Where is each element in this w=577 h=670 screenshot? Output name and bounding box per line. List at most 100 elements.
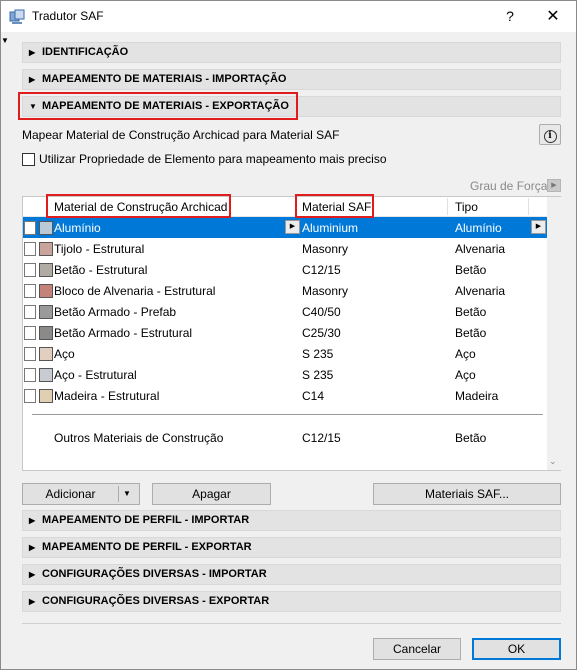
ok-button[interactable]: OK <box>472 638 561 660</box>
section-profile-import[interactable]: ▶ MAPEAMENTO DE PERFIL - IMPORTAR <box>22 510 561 531</box>
section-label: MAPEAMENTO DE MATERIAIS - IMPORTAÇÃO <box>42 73 287 85</box>
saf-material-cell[interactable]: C12/15 <box>302 263 341 277</box>
scroll-down-arrow-icon[interactable]: ⌄ <box>549 456 557 467</box>
close-button[interactable]: ✕ <box>531 1 575 32</box>
help-button[interactable]: ? <box>494 1 526 32</box>
collapsed-arrow-icon: ▶ <box>29 570 36 579</box>
table-row[interactable]: Betão Armado - Estrutural C25/30 Betão <box>23 322 547 343</box>
type-cell[interactable]: Betão <box>455 263 486 277</box>
column-separator[interactable] <box>447 198 448 215</box>
type-cell[interactable]: Madeira <box>455 389 498 403</box>
type-cell[interactable]: Alumínio <box>455 221 502 235</box>
fill-pattern-icon <box>24 263 36 277</box>
type-cell[interactable]: Alvenaria <box>455 242 505 256</box>
material-color-swatch <box>39 305 53 319</box>
type-cell[interactable]: Betão <box>455 305 486 319</box>
split-divider <box>118 486 119 502</box>
table-scrollbar[interactable]: ⌄ <box>547 197 561 470</box>
archicad-material-cell: Alumínio <box>54 221 101 235</box>
collapsed-arrow-icon: ▶ <box>29 48 36 57</box>
archicad-material-cell: Aço <box>54 347 75 361</box>
saf-material-cell[interactable]: S 235 <box>302 347 333 361</box>
info-icon: i <box>543 130 557 143</box>
collapsed-arrow-icon: ▶ <box>29 543 36 552</box>
table-row[interactable]: Alumínio ▶ Aluminium Alumínio ▶ <box>23 217 547 238</box>
type-cell[interactable]: Betão <box>455 326 486 340</box>
element-property-checkbox[interactable] <box>22 153 35 166</box>
column-header-type[interactable]: Tipo <box>455 200 478 214</box>
saf-material-picker-arrow-icon[interactable]: ▶ <box>285 220 300 234</box>
section-label: CONFIGURAÇÕES DIVERSAS - EXPORTAR <box>42 595 270 607</box>
type-cell[interactable]: Alvenaria <box>455 284 505 298</box>
collapsed-arrow-icon: ▶ <box>29 75 36 84</box>
saf-material-cell[interactable]: C14 <box>302 389 324 403</box>
highlight-box-archicad-column <box>46 194 231 218</box>
table-row[interactable]: Betão - Estrutural C12/15 Betão <box>23 259 547 280</box>
type-picker-arrow-icon[interactable]: ▶ <box>531 220 546 234</box>
saf-material-cell[interactable]: Aluminium <box>302 221 358 235</box>
table-row[interactable]: Aço S 235 Aço <box>23 343 547 364</box>
table-row[interactable]: Tijolo - Estrutural Masonry Alvenaria <box>23 238 547 259</box>
material-color-swatch <box>39 263 53 277</box>
saf-material-cell[interactable]: Masonry <box>302 284 348 298</box>
footer-separator <box>22 623 561 624</box>
type-cell[interactable]: Aço <box>455 347 476 361</box>
grau-de-forca-arrow-button[interactable]: ▶ <box>547 179 561 192</box>
material-color-swatch <box>39 326 53 340</box>
delete-button[interactable]: Apagar <box>152 483 271 505</box>
fill-pattern-icon <box>24 305 36 319</box>
dropdown-arrow-icon[interactable]: ▼ <box>123 484 131 504</box>
section-material-import[interactable]: ▶ MAPEAMENTO DE MATERIAIS - IMPORTAÇÃO <box>22 69 561 90</box>
fill-pattern-icon <box>24 389 36 403</box>
type-cell[interactable]: Aço <box>455 368 476 382</box>
element-property-checkbox-label: Utilizar Propriedade de Elemento para ma… <box>39 152 387 166</box>
saf-material-cell[interactable]: C12/15 <box>302 431 341 445</box>
mapping-description: Mapear Material de Construção Archicad p… <box>22 128 340 142</box>
section-label: CONFIGURAÇÕES DIVERSAS - IMPORTAR <box>42 568 267 580</box>
column-separator[interactable] <box>528 198 529 215</box>
material-color-swatch <box>39 347 53 361</box>
table-row[interactable]: Bloco de Alvenaria - Estrutural Masonry … <box>23 280 547 301</box>
info-button[interactable]: i <box>539 124 561 145</box>
grau-de-forca-label: Grau de Força <box>470 179 548 193</box>
section-profile-export[interactable]: ▶ MAPEAMENTO DE PERFIL - EXPORTAR <box>22 537 561 558</box>
fill-pattern-icon <box>24 221 36 235</box>
add-button[interactable]: Adicionar <box>23 484 118 504</box>
resize-marker-icon: ▼ <box>1 36 9 45</box>
saf-material-cell[interactable]: S 235 <box>302 368 333 382</box>
section-label: MAPEAMENTO DE PERFIL - EXPORTAR <box>42 541 252 553</box>
saf-material-cell[interactable]: Masonry <box>302 242 348 256</box>
saf-materials-button[interactable]: Materiais SAF... <box>373 483 561 505</box>
saf-material-cell[interactable]: C25/30 <box>302 326 341 340</box>
type-cell[interactable]: Betão <box>455 431 486 445</box>
saf-material-cell[interactable]: C40/50 <box>302 305 341 319</box>
saf-translator-app-icon <box>9 9 25 24</box>
add-split-button[interactable]: Adicionar ▼ <box>22 483 140 505</box>
fill-pattern-icon <box>24 326 36 340</box>
title-bar: Tradutor SAF ? ✕ <box>1 1 576 32</box>
archicad-material-cell: Betão - Estrutural <box>54 263 148 277</box>
fill-pattern-icon <box>24 368 36 382</box>
table-row[interactable]: Aço - Estrutural S 235 Aço <box>23 364 547 385</box>
highlight-box-saf-column <box>295 194 374 218</box>
table-row[interactable]: Madeira - Estrutural C14 Madeira <box>23 385 547 406</box>
table-row[interactable]: Betão Armado - Prefab C40/50 Betão <box>23 301 547 322</box>
other-materials-row[interactable]: Outros Materiais de Construção C12/15 Be… <box>23 427 547 448</box>
archicad-material-cell: Aço - Estrutural <box>54 368 137 382</box>
section-identificacao[interactable]: ▶ IDENTIFICAÇÃO <box>22 42 561 63</box>
section-label: IDENTIFICAÇÃO <box>42 46 129 58</box>
archicad-material-cell: Betão Armado - Prefab <box>54 305 177 319</box>
material-color-swatch <box>39 221 53 235</box>
other-materials-label: Outros Materiais de Construção <box>54 431 224 445</box>
fill-pattern-icon <box>24 284 36 298</box>
section-misc-import[interactable]: ▶ CONFIGURAÇÕES DIVERSAS - IMPORTAR <box>22 564 561 585</box>
fill-pattern-icon <box>24 242 36 256</box>
collapsed-arrow-icon: ▶ <box>29 516 36 525</box>
material-color-swatch <box>39 389 53 403</box>
section-misc-export[interactable]: ▶ CONFIGURAÇÕES DIVERSAS - EXPORTAR <box>22 591 561 612</box>
archicad-material-cell: Betão Armado - Estrutural <box>54 326 193 340</box>
material-mapping-table: Material de Construção Archicad Material… <box>22 196 561 471</box>
cancel-button[interactable]: Cancelar <box>373 638 461 660</box>
fill-pattern-icon <box>24 347 36 361</box>
collapsed-arrow-icon: ▶ <box>29 597 36 606</box>
